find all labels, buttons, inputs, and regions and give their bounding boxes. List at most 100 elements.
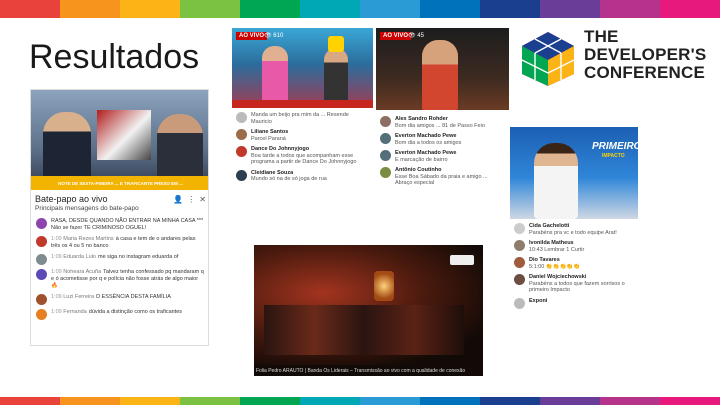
color-segment — [120, 397, 180, 405]
list-item: 1:09 Noheara Acuña Talvez tenha confessad… — [31, 267, 208, 292]
list-item: Manda um beijo pra mim da ... Resende Ma… — [232, 110, 373, 127]
bar-video-frame — [254, 245, 483, 365]
comment-text: 5:1:00 👏👏👏👏👏 — [529, 263, 581, 270]
username: Fernanda — [63, 309, 87, 315]
comment-text: Parcel Paraná — [251, 135, 286, 142]
commenter-name[interactable]: Ivonilda Matheus — [529, 240, 574, 246]
list-item: Ivonilda Matheus 10:43 Lembrar 1 Curtir — [510, 238, 638, 255]
message-text: dúvida a distinção como os traficantes — [88, 309, 183, 315]
list-item: Everton Machado Pewe E marcação de bairro — [376, 148, 509, 165]
list-item: Alex Sandro Rohder Bom dia amigos ... 81 … — [376, 114, 509, 131]
crowd — [264, 305, 464, 355]
avatar — [380, 167, 391, 178]
color-segment — [540, 0, 600, 18]
commenter-name[interactable]: Dance Do Johnnyjogo — [251, 146, 309, 152]
commenter-name[interactable]: Exponi — [529, 298, 547, 304]
commenter-name[interactable]: Cida Gachelotti — [529, 223, 569, 229]
show-subtitle: IMPACTO — [602, 153, 625, 159]
list-item: 1:09 Maria Rezes Martins à casa e tem de … — [31, 234, 208, 252]
commenter-name[interactable]: Antônio Coutinho — [395, 167, 441, 173]
presenter-right — [324, 48, 348, 106]
avatar — [380, 116, 391, 127]
color-segment — [600, 0, 660, 18]
color-segment — [660, 0, 720, 18]
comment-text: Parabéns a todos que fazem sorrisos o pr… — [529, 280, 625, 294]
screenshot-news-chat: NOTE DE SEXTA-PINEIRA ... E TRAFICANTE P… — [30, 89, 209, 346]
close-icon[interactable]: ✕ — [199, 195, 206, 204]
logo-wordmark: THE DEVELOPER'S CONFERENCE — [584, 28, 706, 82]
color-segment — [300, 397, 360, 405]
commenter-name[interactable]: Alex Sandro Rohder — [395, 116, 448, 122]
avatar — [236, 169, 247, 181]
color-segment — [0, 0, 60, 18]
channel-logo — [450, 255, 474, 265]
color-segment — [0, 397, 60, 405]
username: Luzi Ferreira — [63, 294, 95, 300]
presenter-left — [262, 46, 288, 106]
comment-list: Alex Sandro Rohder Bom dia amigos ... 81 … — [376, 114, 509, 189]
comment-text: Manda um beijo pra mim da ... Resende Ma… — [251, 112, 349, 125]
person — [422, 40, 458, 110]
video-inset — [97, 110, 151, 160]
slide-title: Resultados — [29, 38, 200, 76]
avatar — [514, 297, 525, 309]
chat-subtitle[interactable]: Principais mensagens do bate-papo — [35, 205, 206, 212]
anchor-right — [157, 114, 203, 182]
list-item: Antônio Coutinho Esse Boa Sábado da praia… — [376, 165, 509, 189]
show-title: PRIMEIRO — [592, 141, 638, 152]
commenter-name[interactable]: Liliane Santos — [251, 129, 288, 135]
more-icon[interactable]: ⋮ — [187, 195, 195, 204]
list-item: Everton Machado Pewe Bom dia a todos os a… — [376, 131, 509, 148]
developers-conference-logo: THE DEVELOPER'S CONFERENCE — [518, 28, 708, 88]
presenter — [534, 143, 578, 219]
logo-line: CONFERENCE — [584, 63, 706, 82]
avatar — [236, 146, 247, 157]
screenshot-primeiro-impacto: PRIMEIRO IMPACTO Cida Gachelotti Parabéns… — [510, 127, 638, 377]
color-segment — [480, 397, 540, 405]
chat-header: Bate-papo ao vivo 👤 ⋮ ✕ Principais mensa… — [31, 194, 208, 212]
commenter-name[interactable]: Daniel Wojciechowski — [529, 274, 586, 280]
chat-controls: 👤 ⋮ ✕ — [173, 195, 206, 204]
avatar — [380, 133, 391, 144]
slide: Resultados THE DEVELOPER'S CONFERENCE NO… — [0, 0, 720, 405]
comment-list: Cida Gachelotti Parabéns pra vc e todo eq… — [510, 221, 638, 311]
commenter-name[interactable]: Dio Tavares — [529, 257, 560, 263]
commenter-name[interactable]: Everton Machado Pewe — [395, 150, 456, 156]
commenter-name[interactable]: Cleidiane Souza — [251, 170, 293, 176]
color-top-bar — [0, 0, 720, 18]
avatar — [36, 218, 47, 229]
avatar — [36, 236, 47, 247]
lower-third — [232, 100, 373, 108]
stream-caption: Folia Pedro ARAUTO | Banda Os Liderais –… — [256, 368, 466, 374]
screenshot-bar-stream: Folia Pedro ARAUTO | Banda Os Liderais –… — [254, 245, 483, 376]
avatar — [380, 150, 391, 161]
avatar — [236, 112, 247, 123]
message-text: me siga no instagram eduarda of — [97, 254, 179, 260]
username: Maria Rezes Martins — [63, 236, 114, 242]
color-segment — [180, 397, 240, 405]
screenshot-live-studio: AO VIVO 👁 610 Manda um beijo pra mim da … — [232, 28, 373, 228]
people-icon[interactable]: 👤 — [173, 195, 183, 204]
live-video-frame: AO VIVO 👁 610 — [232, 28, 373, 108]
news-ticker: NOTE DE SEXTA-PINEIRA ... E TRAFICANTE P… — [31, 176, 208, 190]
avatar — [36, 309, 47, 320]
live-badge: AO VIVO — [236, 32, 268, 40]
screenshot-live-street: AO VIVO 👁 45 Alex Sandro Rohder Bom dia a… — [376, 28, 509, 213]
list-item: Liliane Santos Parcel Paraná — [232, 127, 373, 144]
timestamp: 1:09 — [51, 236, 62, 242]
live-video-frame: AO VIVO 👁 45 — [376, 28, 509, 110]
commenter-name[interactable]: Everton Machado Pewe — [395, 133, 456, 139]
color-segment — [360, 397, 420, 405]
color-segment — [60, 0, 120, 18]
timestamp: 1:09 — [51, 269, 62, 275]
list-item: Exponi — [510, 296, 638, 311]
color-segment — [360, 0, 420, 18]
color-segment — [60, 397, 120, 405]
logo-line: DEVELOPER'S — [584, 45, 707, 64]
comment-text: Bom dia a todos os amigos — [395, 139, 462, 146]
list-item: 1:09 Fernanda dúvida a distinção como os … — [31, 307, 208, 322]
live-badge: AO VIVO — [380, 32, 412, 40]
logo-line: THE — [584, 27, 619, 46]
list-item: 1:09 Luzi Ferreira D ESSÊNCIA DESTA FAMÍL… — [31, 292, 208, 307]
comment-list: Manda um beijo pra mim da ... Resende Ma… — [232, 110, 373, 185]
